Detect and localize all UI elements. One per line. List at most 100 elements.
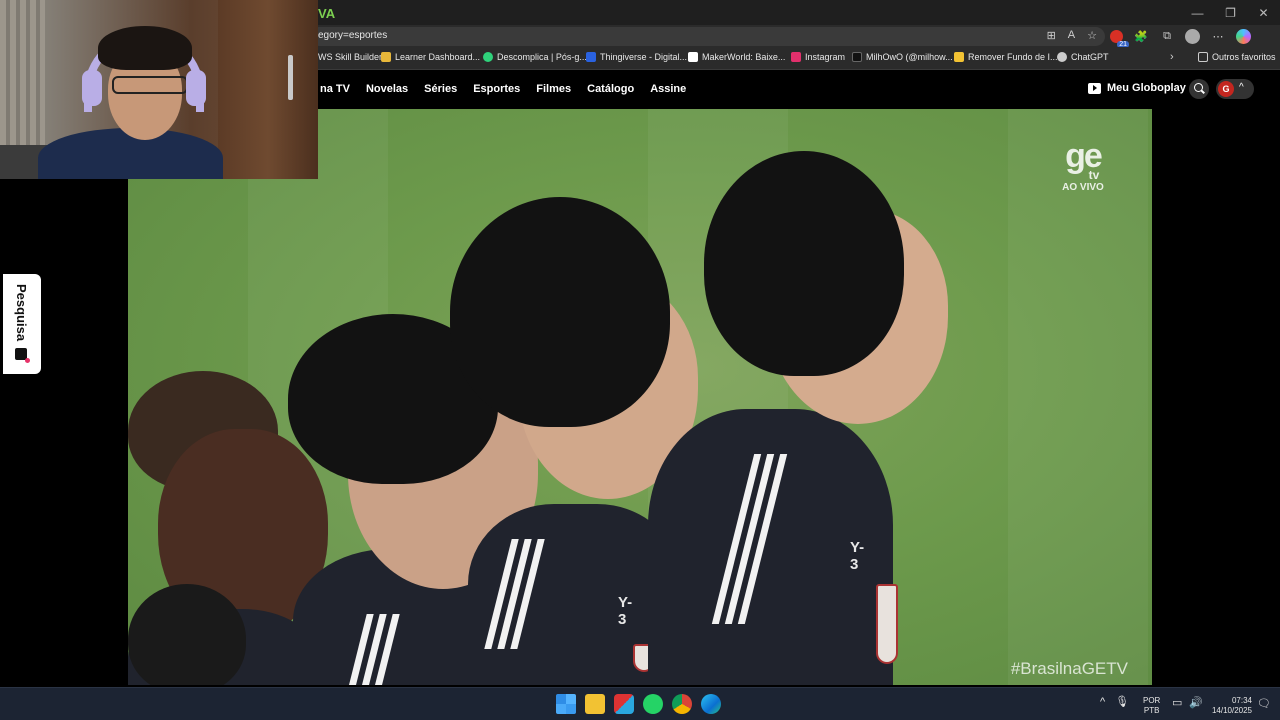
bookmark-label: Descomplica | Pós-g...: [497, 52, 587, 62]
jersey-stripes: [484, 539, 545, 649]
webcam-door: [218, 0, 318, 179]
avatar: G: [1218, 81, 1234, 97]
nav-item-esportes[interactable]: Esportes: [473, 83, 520, 95]
keyboard-layout: PTB: [1143, 706, 1160, 715]
webcam-person-hair: [98, 26, 192, 70]
bookmark-favicon-icon: [852, 52, 862, 62]
ge-logo-text: ge: [1065, 137, 1103, 175]
player-hair: [128, 584, 246, 685]
collections-icon[interactable]: ⧉: [1159, 28, 1175, 44]
copilot-icon[interactable]: [1236, 28, 1251, 44]
bookmark-favicon-icon: [586, 52, 596, 62]
play-list-icon: [1088, 82, 1101, 94]
read-aloud-icon[interactable]: A: [1068, 29, 1075, 42]
notification-icon[interactable]: 🗨: [1257, 697, 1271, 710]
bookmark-item[interactable]: MakerWorld: Baixe...: [688, 52, 785, 62]
bookmark-item[interactable]: Descomplica | Pós-g...: [483, 52, 587, 62]
system-tray: ▭ 🔊: [1172, 696, 1203, 709]
volume-icon[interactable]: 🔊: [1189, 696, 1203, 709]
bookmark-label: ChatGPT: [1071, 52, 1109, 62]
edge-icon[interactable]: [701, 694, 721, 714]
jersey-stripes: [339, 614, 400, 685]
bookmark-item[interactable]: WS Skill Builder: [318, 52, 382, 62]
favorite-star-icon[interactable]: ☆: [1087, 29, 1097, 42]
meu-globoplay-link[interactable]: Meu Globoplay: [1088, 82, 1186, 94]
bookmark-favicon-icon: [381, 52, 391, 62]
bookmark-label: MilhOwO (@milhow...: [866, 52, 953, 62]
nav-item-assine[interactable]: Assine: [650, 83, 686, 95]
restore-button[interactable]: ❐: [1214, 0, 1247, 25]
windows-taskbar: ^ 🎙 POR PTB ▭ 🔊 07:34 14/10/2025 🗨: [0, 687, 1280, 720]
network-icon[interactable]: ▭: [1172, 696, 1182, 709]
chevron-up-icon: ^: [1239, 82, 1244, 93]
toolbar-extensions: 21 🧩 ⧉ ⋯: [1110, 28, 1251, 48]
nav-item-catalogo[interactable]: Catálogo: [587, 83, 634, 95]
microphone-icon[interactable]: 🎙: [1115, 695, 1129, 708]
windows-start-icon[interactable]: [556, 694, 576, 714]
bookmark-item[interactable]: MilhOwO (@milhow...: [852, 52, 953, 62]
bookmark-label: MakerWorld: Baixe...: [702, 52, 786, 62]
pitch-stripe: [1008, 109, 1148, 685]
bookmark-item[interactable]: Thingiverse - Digital...: [586, 52, 687, 62]
bookmark-favicon-icon: [954, 52, 964, 62]
glasses: [112, 76, 188, 94]
bookmark-label: Thingiverse - Digital...: [600, 52, 688, 62]
nav-item-filmes[interactable]: Filmes: [536, 83, 571, 95]
app-grid-icon[interactable]: [614, 694, 634, 714]
clock-date: 14/10/2025: [1211, 706, 1252, 715]
address-bar[interactable]: egory=esportes ⊞ A ☆: [310, 27, 1105, 46]
language-indicator[interactable]: POR PTB: [1143, 696, 1160, 716]
bookmark-label: WS Skill Builder: [318, 52, 383, 62]
jersey-logo: Y-3: [850, 539, 865, 573]
clock[interactable]: 07:34 14/10/2025: [1208, 696, 1252, 716]
other-favorites[interactable]: Outros favoritos: [1198, 52, 1276, 62]
webcam-overlay: [0, 0, 318, 179]
file-explorer-icon[interactable]: [585, 694, 605, 714]
bookmark-favicon-icon: [1057, 52, 1067, 62]
player-hair: [450, 197, 670, 427]
language-code: POR: [1143, 696, 1161, 705]
desktop-screen: VA — ❐ ✕ egory=esportes ⊞ A ☆ 21 🧩 ⧉ ⋯ W…: [0, 0, 1280, 720]
active-tab-title[interactable]: VA: [318, 6, 335, 21]
address-text[interactable]: egory=esportes: [318, 30, 387, 41]
bookmark-item[interactable]: Remover Fundo de I...: [954, 52, 1058, 62]
bookmark-item[interactable]: Instagram: [791, 52, 845, 62]
extension-red-icon[interactable]: 21: [1110, 29, 1129, 48]
bookmark-favicon-icon: [483, 52, 493, 62]
more-menu-icon[interactable]: ⋯: [1210, 28, 1226, 44]
chrome-icon[interactable]: [672, 694, 692, 714]
whatsapp-icon[interactable]: [643, 694, 663, 714]
bookmarks-overflow-icon[interactable]: ›: [1170, 51, 1174, 63]
tray-chevron-icon[interactable]: ^: [1100, 696, 1105, 708]
taskbar-apps: [556, 694, 721, 714]
headset-cup: [82, 70, 102, 106]
nav-item-novelas[interactable]: Novelas: [366, 83, 408, 95]
app-available-icon[interactable]: ⊞: [1047, 29, 1056, 42]
video-player[interactable]: Y-3 Y-3 ge tv AO VIVO #BrasilnaGETV: [128, 109, 1152, 685]
search-icon[interactable]: [1189, 79, 1209, 99]
nav-item-na-tv[interactable]: na TV: [320, 83, 350, 95]
jersey-logo: Y-3: [618, 594, 633, 628]
extension-icon[interactable]: 🧩: [1133, 28, 1149, 44]
folder-icon: [1198, 52, 1208, 62]
other-favorites-label: Outros favoritos: [1212, 52, 1276, 62]
account-menu[interactable]: G ^: [1216, 79, 1254, 99]
bookmark-label: Instagram: [805, 52, 846, 62]
live-label: AO VIVO: [1062, 182, 1104, 193]
clock-time: 07:34: [1231, 696, 1252, 705]
bookmark-favicon-icon: [688, 52, 698, 62]
bookmark-item[interactable]: ChatGPT: [1057, 52, 1109, 62]
window-controls: — ❐ ✕: [1181, 0, 1280, 25]
hashtag-watermark: #BrasilnaGETV: [1010, 659, 1128, 678]
bookmark-label: Learner Dashboard...: [395, 52, 481, 62]
survey-side-tab[interactable]: Pesquisa: [3, 274, 41, 374]
bookmark-item[interactable]: Learner Dashboard...: [381, 52, 480, 62]
tray-overflow: ^ 🎙: [1100, 695, 1129, 709]
close-button[interactable]: ✕: [1247, 0, 1280, 25]
profile-avatar-icon[interactable]: [1185, 28, 1200, 44]
headset-cup: [186, 70, 206, 106]
minimize-button[interactable]: —: [1181, 0, 1214, 25]
nav-item-series[interactable]: Séries: [424, 83, 457, 95]
nav-menu: na TV Novelas Séries Esportes Filmes Cat…: [320, 83, 702, 95]
meu-globoplay-label: Meu Globoplay: [1107, 82, 1186, 94]
